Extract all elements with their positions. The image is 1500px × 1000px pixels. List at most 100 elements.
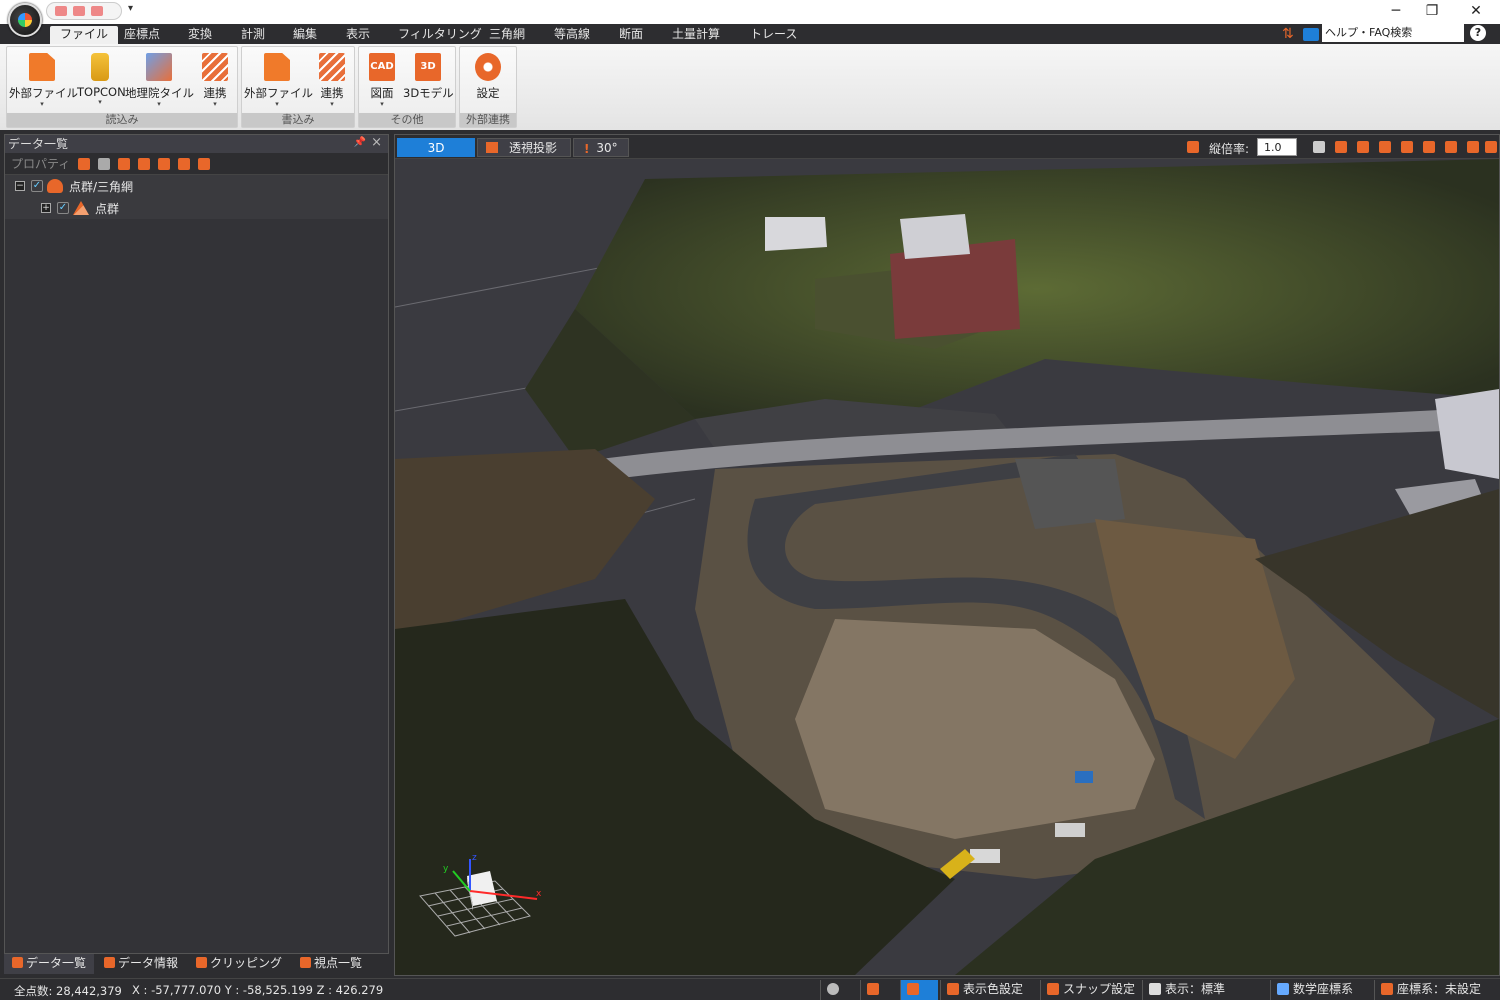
view-iso-icon[interactable] (1467, 141, 1479, 153)
camera-toggle[interactable] (900, 980, 938, 1000)
diamond-icon[interactable] (78, 157, 91, 170)
display-mode-button[interactable]: 表示：標準 (1142, 980, 1231, 1000)
tab-convert[interactable]: 変換 (178, 26, 222, 44)
tab-3d[interactable]: 3D (397, 138, 475, 157)
point-cloud-canvas[interactable]: z x y (395, 159, 1499, 975)
visibility-checkbox[interactable]: ✓ (57, 202, 69, 214)
minimize-button[interactable]: ─ (1376, 0, 1416, 24)
collapse-all-icon[interactable] (178, 157, 191, 170)
gear-icon (475, 53, 501, 81)
restore-button[interactable]: ❐ (1412, 0, 1452, 24)
search-view-toggle[interactable] (860, 980, 898, 1000)
total-points-count: 全点数: 28,442,379 (14, 984, 122, 998)
help-icon[interactable]: ? (1470, 25, 1486, 41)
ribbon: 外部ファイル ▾ TOPCON ▾ 地理院タイル ▾ 連携 ▾ 読込み 外部ファ… (0, 44, 1500, 130)
camera-icon (907, 983, 919, 995)
clipping-icon (196, 957, 208, 968)
undo-icon[interactable] (55, 6, 67, 16)
dropdown-arrow-icon: ▾ (157, 100, 161, 108)
settings-button[interactable]: 設定 (466, 51, 510, 111)
import-link-button[interactable]: 連携 ▾ (197, 51, 233, 111)
topcon-instrument-icon (91, 53, 109, 81)
topcon-button[interactable]: TOPCON ▾ (77, 51, 126, 111)
vertical-ratio-stepper[interactable]: 1.0 (1257, 138, 1297, 156)
tab-earthwork[interactable]: 土量計算 (662, 26, 730, 44)
import-external-file-button[interactable]: 外部ファイル ▾ (9, 51, 78, 111)
snap-settings-button[interactable]: スナップ設定 (1040, 980, 1141, 1000)
tab-viewpoint-list[interactable]: 視点一覧 (292, 954, 370, 974)
expand-toggle-icon[interactable]: + (41, 203, 51, 213)
data-list-panel: データ一覧 📌 × プロパティ − ✓ 点群/三角網 + ✓ 点群 (4, 134, 389, 954)
tree-node-pointcloud-tin[interactable]: − ✓ 点群/三角網 (5, 175, 388, 197)
panel-tab-bar: データ一覧 データ情報 クリッピング 視点一覧 (4, 954, 389, 974)
tab-measure[interactable]: 計測 (231, 26, 275, 44)
help-search-input[interactable]: ヘルプ・FAQ検索 (1322, 24, 1464, 42)
app-logo[interactable] (8, 3, 42, 37)
view-back-icon[interactable] (1357, 141, 1369, 153)
tree-icon[interactable] (198, 157, 211, 170)
perspective-toggle[interactable]: 透視投影 (477, 138, 571, 157)
redo-icon[interactable] (73, 6, 85, 16)
save-icon[interactable] (91, 6, 103, 16)
exclamation-icon: ! (584, 142, 590, 156)
3d-model-button[interactable]: 3D 3Dモデル (403, 51, 454, 111)
view-extra-icon[interactable] (1485, 141, 1497, 153)
tab-section[interactable]: 断面 (609, 26, 653, 44)
view-bottom-icon[interactable] (1445, 141, 1457, 153)
group-label: 外部連携 (460, 113, 516, 127)
palette-icon (947, 983, 959, 995)
ribbon-group-import: 外部ファイル ▾ TOPCON ▾ 地理院タイル ▾ 連携 ▾ 読込み (6, 46, 238, 128)
panel-close-icon[interactable]: × (371, 135, 382, 150)
property-button[interactable]: プロパティ (11, 155, 70, 172)
tree-node-pointcloud[interactable]: + ✓ 点群 (5, 197, 388, 219)
map-tile-icon (146, 53, 172, 81)
link-icon (202, 53, 228, 81)
gsi-tile-button[interactable]: 地理院タイル ▾ (125, 51, 194, 111)
qat-customize-icon[interactable]: ▾ (128, 3, 133, 14)
pin-icon[interactable]: 📌 (354, 137, 366, 148)
dropdown-arrow-icon: ▾ (213, 100, 217, 108)
view-right-icon[interactable] (1401, 141, 1413, 153)
x-axis-icon: x (536, 889, 542, 899)
qa-icon (1303, 28, 1319, 41)
home-view-icon[interactable] (1313, 141, 1325, 153)
drawing-button[interactable]: CAD 図面 ▾ (365, 51, 399, 111)
sort-arrows-icon[interactable]: ⇅ (1282, 26, 1294, 42)
view-front-icon[interactable] (1335, 141, 1347, 153)
export-link-button[interactable]: 連携 ▾ (312, 51, 352, 111)
tab-view[interactable]: 表示 (336, 26, 380, 44)
tab-coordinate-points[interactable]: 座標点 (114, 26, 170, 44)
tab-filtering[interactable]: フィルタリング (388, 26, 492, 44)
close-window-button[interactable]: ✕ (1456, 0, 1496, 24)
view-top-icon[interactable] (1423, 141, 1435, 153)
tab-trace[interactable]: トレース (740, 26, 807, 44)
tab-clipping[interactable]: クリッピング (188, 954, 290, 974)
coordinate-system-button[interactable]: 座標系：未設定 (1374, 980, 1487, 1000)
tab-data-info[interactable]: データ情報 (96, 954, 186, 974)
view-left-icon[interactable] (1379, 141, 1391, 153)
ribbon-group-external-link: 設定 外部連携 (459, 46, 517, 128)
layer-remove-icon[interactable] (138, 157, 151, 170)
eye-toggle[interactable] (820, 980, 858, 1000)
expand-all-icon[interactable] (158, 157, 171, 170)
math-coordinate-system-button[interactable]: 数学座標系 (1270, 980, 1359, 1000)
collapse-toggle-icon[interactable]: − (15, 181, 25, 191)
tab-contour[interactable]: 等高線 (544, 26, 600, 44)
display-color-settings-button[interactable]: 表示色設定 (940, 980, 1029, 1000)
tab-edit[interactable]: 編集 (283, 26, 327, 44)
export-external-file-button[interactable]: 外部ファイル ▾ (244, 51, 313, 111)
pen-icon[interactable] (98, 157, 111, 170)
panel-title: データ一覧 (5, 135, 388, 153)
tree-node-label: 点群 (95, 201, 120, 216)
layer-add-icon[interactable] (118, 157, 131, 170)
view-toolbar: 3D 透視投影 ! 30° 縦倍率: 1.0 (395, 135, 1499, 159)
tab-data-list[interactable]: データ一覧 (4, 954, 95, 974)
status-bar: 全点数: 28,442,379 X : -57,777.070 Y : -58,… (0, 978, 1500, 1000)
y-axis-icon: y (443, 864, 449, 874)
tab-file[interactable]: ファイル (50, 26, 119, 44)
fov-angle-button[interactable]: ! 30° (573, 138, 629, 157)
tree-node-label: 点群/三角網 (69, 179, 134, 194)
visibility-checkbox[interactable]: ✓ (31, 180, 43, 192)
tab-triangulation[interactable]: 三角網 (479, 26, 535, 44)
dropdown-arrow-icon: ▾ (330, 100, 334, 108)
